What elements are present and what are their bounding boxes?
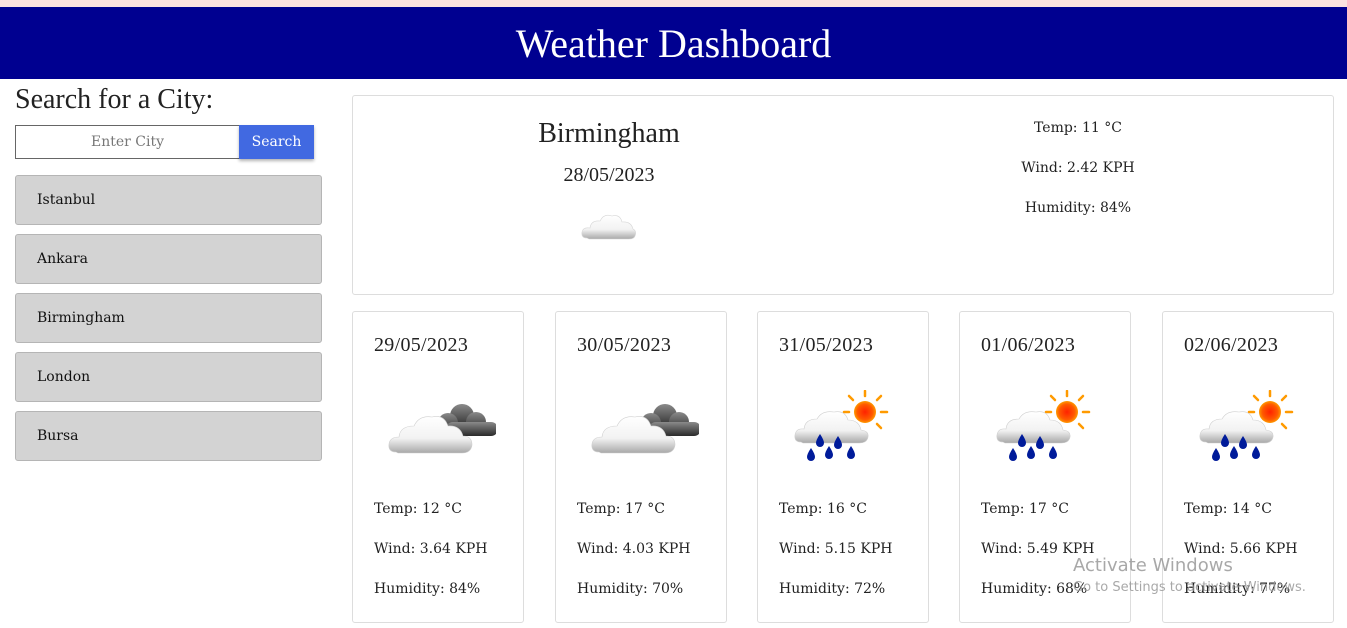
history-item-birmingham[interactable]: Birmingham <box>15 293 322 343</box>
forecast-wind: Wind: 4.03 KPH <box>577 541 691 557</box>
windows-activation-watermark: Activate Windows <box>1073 555 1233 576</box>
history-item-london[interactable]: London <box>15 352 322 402</box>
top-strip <box>0 0 1347 7</box>
current-weather-card: Birmingham 28/05/2023 Temp: 11 °C Wind: … <box>352 95 1334 295</box>
forecast-humidity: Humidity: 84% <box>374 581 481 597</box>
forecast-temp: Temp: 14 °C <box>1184 501 1272 517</box>
forecast-date: 29/05/2023 <box>374 334 469 356</box>
forecast-wind: Wind: 5.15 KPH <box>779 541 893 557</box>
history-item-bursa[interactable]: Bursa <box>15 411 322 461</box>
current-humidity: Humidity: 84% <box>1024 200 1132 216</box>
page-title: Weather Dashboard <box>515 20 832 66</box>
current-city-name: Birmingham <box>538 118 680 149</box>
rain-sun-icon <box>794 390 889 461</box>
current-date: 28/05/2023 <box>563 164 655 186</box>
forecast-date: 31/05/2023 <box>779 334 874 356</box>
cloud-icon <box>581 214 636 240</box>
forecast-humidity: Humidity: 70% <box>577 581 684 597</box>
current-wind: Wind: 2.42 KPH <box>1021 160 1135 176</box>
history-item-ankara[interactable]: Ankara <box>15 234 322 284</box>
forecast-wind: Wind: 3.64 KPH <box>374 541 488 557</box>
search-title: Search for a City: <box>15 84 214 115</box>
forecast-temp: Temp: 17 °C <box>981 501 1069 517</box>
cloudy-icon <box>388 404 496 454</box>
history-item-istanbul[interactable]: Istanbul <box>15 175 322 225</box>
forecast-temp: Temp: 12 °C <box>374 501 462 517</box>
page-header: Weather Dashboard <box>0 7 1347 79</box>
forecast-date: 01/06/2023 <box>981 334 1076 356</box>
search-button[interactable]: Search <box>239 125 314 159</box>
forecast-temp: Temp: 17 °C <box>577 501 665 517</box>
forecast-date: 30/05/2023 <box>577 334 672 356</box>
forecast-card: 01/06/2023 Temp: 17 °C Wind: 5.49 KPH Hu… <box>959 311 1131 623</box>
forecast-card: 02/06/2023 Temp: 14 °C Wind: 5.66 KPH Hu… <box>1162 311 1334 623</box>
rain-sun-icon <box>1199 390 1294 461</box>
forecast-humidity: Humidity: 68% <box>981 581 1088 597</box>
windows-activation-subtitle: Go to Settings to activate Windows. <box>1073 580 1306 595</box>
forecast-card: 30/05/2023 Temp: 17 °C Wind: 4.03 KPH Hu… <box>555 311 727 623</box>
city-search-input[interactable] <box>15 125 239 159</box>
forecast-date: 02/06/2023 <box>1184 334 1279 356</box>
search-history: Istanbul Ankara Birmingham London Bursa <box>15 175 322 470</box>
forecast-temp: Temp: 16 °C <box>779 501 867 517</box>
forecast-card: 31/05/2023 Temp: 16 °C Wind: 5.15 KPH Hu… <box>757 311 929 623</box>
forecast-card: 29/05/2023 Temp: 12 °C Wind: 3.64 KPH Hu… <box>352 311 524 623</box>
current-temp: Temp: 11 °C <box>1034 120 1122 136</box>
forecast-humidity: Humidity: 72% <box>779 581 886 597</box>
cloudy-icon <box>591 404 699 454</box>
rain-sun-icon <box>996 390 1091 461</box>
